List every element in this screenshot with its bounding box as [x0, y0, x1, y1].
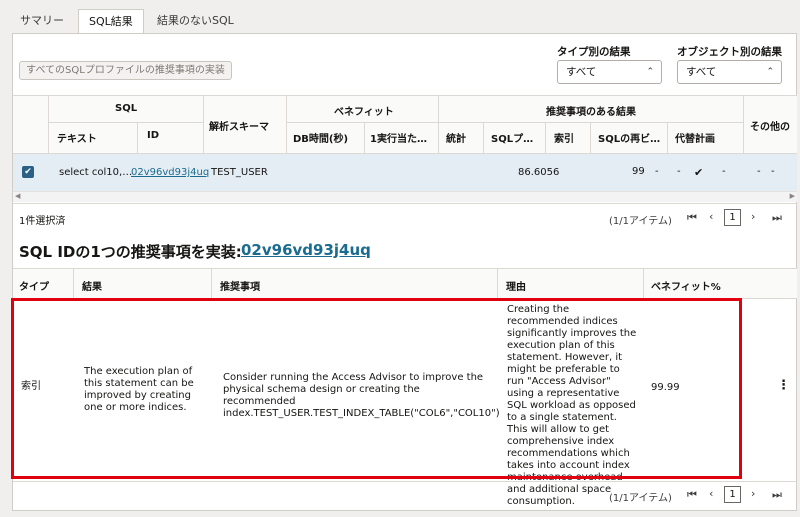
- grid-divider: [73, 269, 74, 298]
- select-caret-icon: ⌃: [646, 67, 654, 77]
- col-type[interactable]: タイプ: [19, 278, 49, 293]
- grid-divider: [286, 122, 743, 123]
- col-group-other: その他の: [750, 122, 790, 133]
- highlight-box: [11, 298, 742, 479]
- sql-id-link[interactable]: 02v96vd93j4uq: [131, 167, 209, 178]
- sql-profile-cell: 86.6056: [518, 167, 560, 178]
- grid-divider: [286, 95, 287, 153]
- horizontal-scrollbar[interactable]: ◀ ▶: [13, 191, 797, 202]
- col-group-results: 推奨事項のある結果: [546, 107, 636, 118]
- col-rationale[interactable]: 理由: [506, 278, 526, 293]
- tab-summary[interactable]: サマリー: [10, 9, 74, 34]
- selected-count: 1件選択済: [19, 216, 66, 227]
- col-group-sql: SQL: [115, 103, 138, 114]
- grid-divider: [545, 122, 546, 153]
- col-restructure[interactable]: SQLの再ビ…: [598, 130, 660, 145]
- row-checkbox[interactable]: ✔: [22, 166, 34, 178]
- prev-page-icon[interactable]: ‹: [709, 210, 713, 223]
- implement-all-sql-profiles-button[interactable]: すべてのSQLプロファイルの推奨事項の実装: [19, 61, 232, 80]
- current-page[interactable]: 1: [724, 486, 741, 503]
- grid-divider: [667, 122, 668, 153]
- col-recommendation[interactable]: 推奨事項: [220, 278, 260, 293]
- grid-divider: [590, 122, 591, 153]
- current-page[interactable]: 1: [724, 209, 741, 226]
- restructure-cell: 99: [632, 166, 645, 177]
- check-mark-icon: ✔: [694, 166, 704, 179]
- col-alt-plan[interactable]: 代替計画: [675, 130, 715, 145]
- col-db-time[interactable]: DB時間(秒): [293, 130, 348, 145]
- detail-sql-id-link[interactable]: 02v96vd93j4uq: [241, 241, 371, 259]
- col-schema[interactable]: 解析スキーマ: [209, 118, 269, 133]
- grid-divider: [137, 122, 138, 153]
- dash-cell: -: [757, 166, 761, 177]
- pagination-info: (1/1アイテム): [609, 216, 672, 227]
- col-stats[interactable]: 統計: [446, 130, 466, 145]
- tab-sql-results[interactable]: SQL結果: [78, 9, 144, 34]
- col-id[interactable]: ID: [147, 130, 159, 141]
- schema-cell: TEST_USER: [211, 167, 268, 178]
- row-actions-menu-icon[interactable]: ⋮: [777, 379, 790, 392]
- grid-divider: [483, 122, 484, 153]
- col-per-exec[interactable]: 1実行当た…: [370, 130, 427, 145]
- detail-title: SQL IDの1つの推奨事項を実装:: [19, 243, 242, 261]
- last-page-icon[interactable]: ⏭: [772, 488, 782, 502]
- grid-divider: [364, 122, 365, 153]
- dash-cell: -: [655, 166, 659, 177]
- dash-cell: -: [677, 166, 681, 177]
- dash-cell: -: [722, 166, 726, 177]
- next-page-icon[interactable]: ›: [751, 487, 755, 500]
- first-page-icon[interactable]: ⏮: [687, 488, 697, 502]
- grid-divider: [13, 203, 797, 204]
- scroll-left-icon[interactable]: ◀: [15, 192, 20, 200]
- grid-divider: [13, 95, 797, 96]
- grid-divider: [743, 95, 744, 153]
- next-page-icon[interactable]: ›: [751, 210, 755, 223]
- filter-by-type-label: タイプ別の結果: [557, 46, 631, 58]
- last-page-icon[interactable]: ⏭: [772, 211, 782, 225]
- grid-divider: [48, 95, 49, 153]
- grid-divider: [497, 269, 498, 298]
- tab-sql-without-results[interactable]: 結果のないSQL: [147, 9, 244, 34]
- scroll-right-icon[interactable]: ▶: [790, 192, 795, 200]
- col-finding[interactable]: 結果: [82, 278, 102, 293]
- filter-by-type-select[interactable]: すべて ⌃: [557, 60, 662, 84]
- grid-divider: [13, 481, 797, 482]
- col-text[interactable]: テキスト: [57, 130, 97, 145]
- col-benefit-percent[interactable]: ベネフィット%: [651, 278, 721, 293]
- col-group-benefit: ベネフィット: [334, 107, 394, 118]
- pagination-info: (1/1アイテム): [609, 493, 672, 504]
- filter-by-object-value: すべて: [686, 66, 717, 78]
- first-page-icon[interactable]: ⏮: [687, 211, 697, 225]
- select-caret-icon: ⌃: [766, 67, 774, 77]
- filter-by-object-select[interactable]: すべて ⌃: [677, 60, 782, 84]
- filter-by-type-value: すべて: [566, 66, 597, 78]
- grid-divider: [48, 122, 203, 123]
- dash-cell: -: [771, 166, 775, 177]
- prev-page-icon[interactable]: ‹: [709, 487, 713, 500]
- grid-divider: [211, 269, 212, 298]
- grid-divider: [203, 95, 204, 153]
- filter-by-object-label: オブジェクト別の結果: [677, 46, 782, 58]
- col-index[interactable]: 索引: [554, 130, 574, 145]
- grid-divider: [643, 269, 644, 298]
- sql-text-cell: select col10,…: [59, 167, 133, 178]
- grid-divider: [438, 95, 439, 153]
- col-sql-profile[interactable]: SQLプ…: [491, 130, 533, 145]
